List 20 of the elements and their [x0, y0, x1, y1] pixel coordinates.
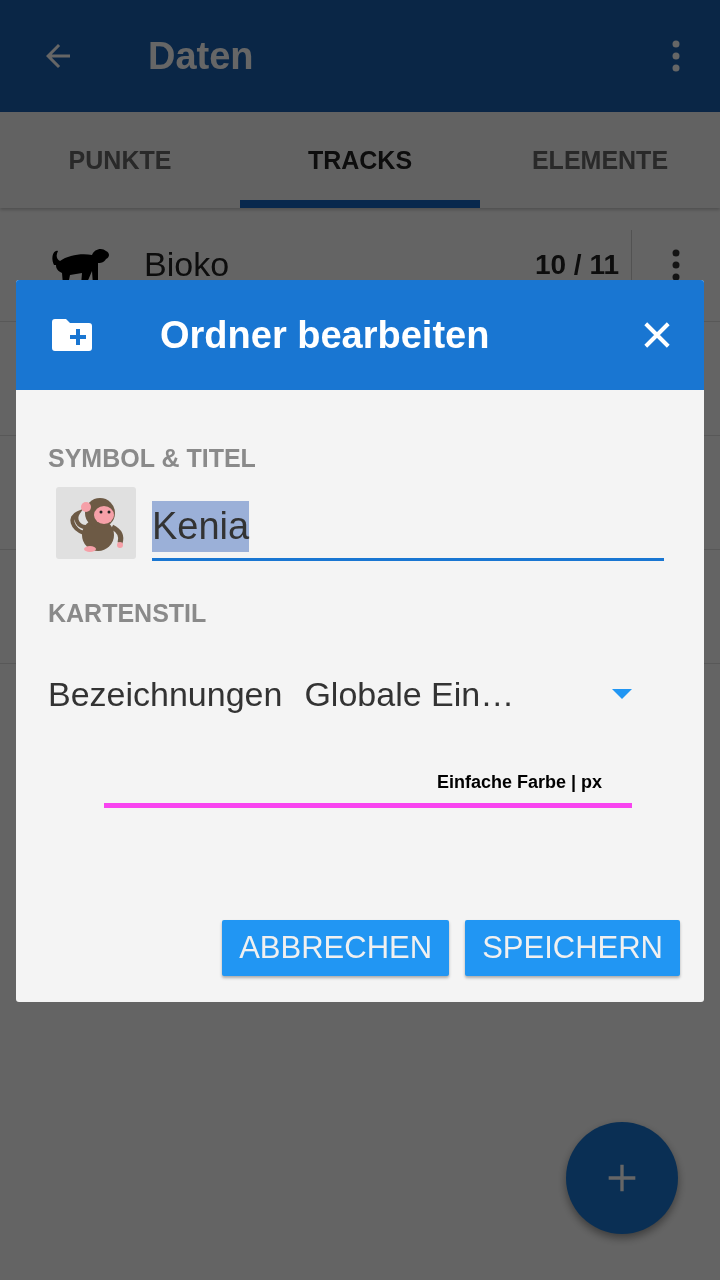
more-icon[interactable]	[672, 40, 680, 72]
cancel-button[interactable]: ABBRECHEN	[222, 920, 450, 976]
tab[interactable]: PUNKTE	[0, 112, 240, 208]
tab[interactable]: ELEMENTE	[480, 112, 720, 208]
setting-label: Bezeichnungen	[48, 674, 283, 714]
screen-title: Daten	[148, 34, 255, 78]
title-input-field[interactable]: Kenia	[152, 494, 664, 561]
folder-add-icon	[52, 319, 92, 351]
labels-dropdown[interactable]: Globale Ein…	[304, 664, 680, 724]
caret-icon	[612, 689, 632, 699]
section-label: SYMBOL & TITEL	[48, 444, 257, 473]
dialog-title: Ordner bearbeiten	[160, 313, 491, 357]
section-label: KARTENSTIL	[48, 599, 208, 628]
line-style-caption: Einfache Farbe | px	[436, 772, 602, 793]
save-button[interactable]: SPEICHERN	[465, 920, 680, 976]
track-name: Bioko	[144, 245, 231, 284]
add-button[interactable]	[566, 1122, 678, 1234]
more-icon[interactable]	[672, 248, 680, 281]
monkey-icon-button[interactable]	[56, 487, 136, 559]
close-icon[interactable]	[642, 320, 672, 350]
